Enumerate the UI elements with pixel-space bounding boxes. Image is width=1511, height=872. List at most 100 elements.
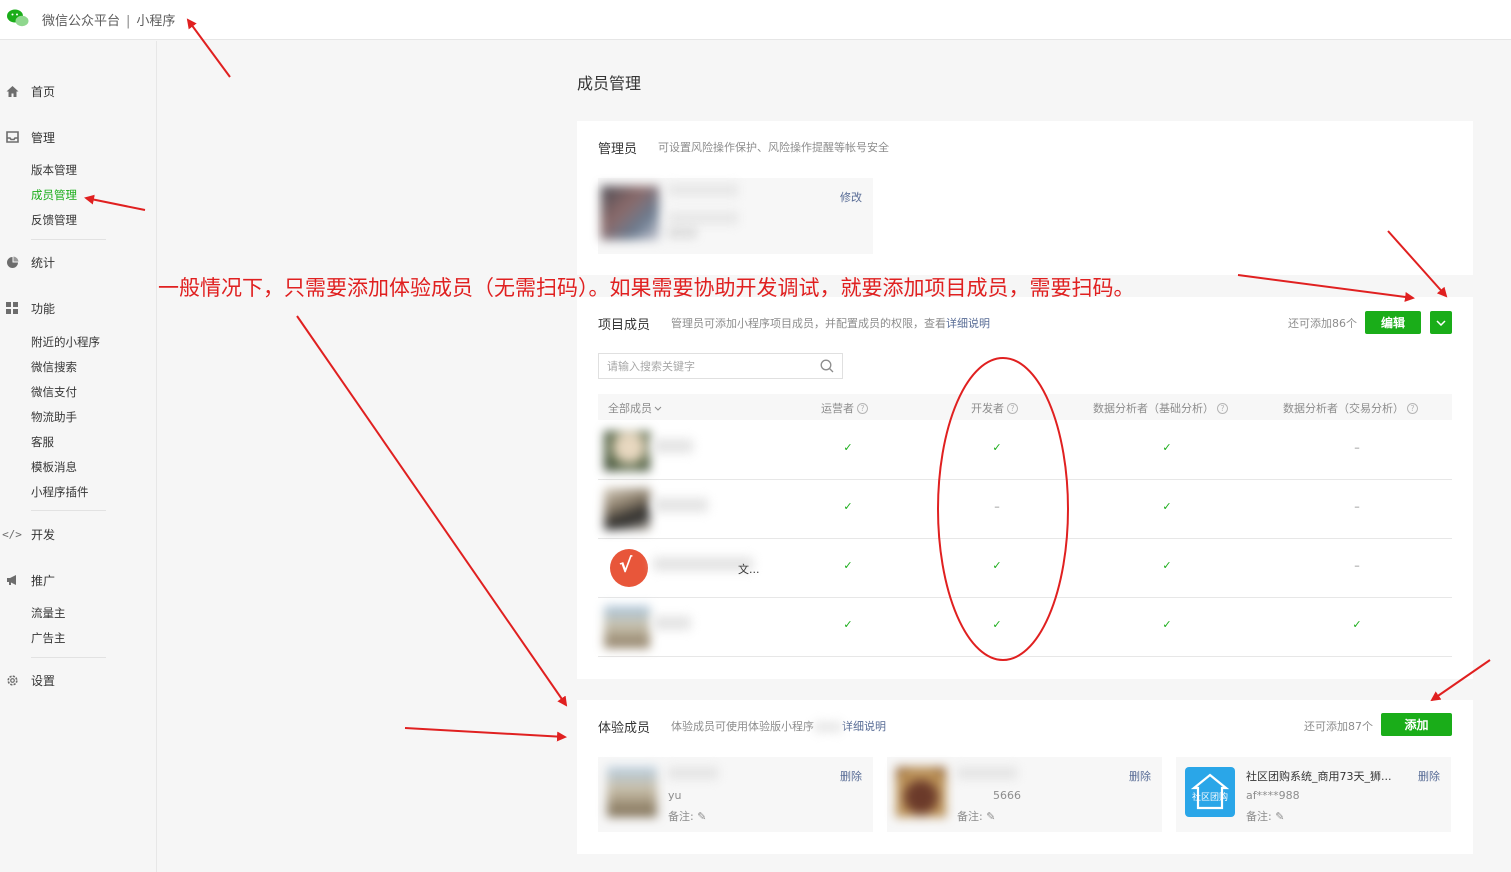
table-row: ✓ ✓ ✓ – [598, 421, 1452, 480]
member-search-input[interactable] [599, 354, 809, 378]
sidebar-item-publisher[interactable]: 流量主 [31, 604, 66, 622]
avatar: √ [610, 549, 648, 587]
delete-tester-link[interactable]: 删除 [840, 768, 862, 784]
home-icon [5, 84, 19, 98]
delete-tester-link[interactable]: 删除 [1129, 768, 1151, 784]
avatar [601, 186, 659, 240]
cell-trade: – [1354, 500, 1360, 513]
admin-title: 管理员 [598, 142, 638, 157]
sidebar-divider [31, 657, 106, 658]
sidebar-divider [31, 510, 106, 511]
column-header-ops-label: 运营者 [821, 402, 854, 415]
tester-desc-text: 体验成员可使用体验版小程序 [671, 720, 814, 733]
sidebar-item-develop[interactable]: </> 开发 [0, 524, 55, 544]
sidebar-label-settings: 设置 [31, 673, 56, 688]
admin-partial-text: 2019 [668, 227, 696, 240]
breadcrumb-separator: | [126, 14, 131, 29]
wechat-logo-icon [7, 9, 29, 27]
tester-detail-link[interactable]: 详细说明 [842, 720, 886, 733]
cell-ops: ✓ [843, 441, 853, 454]
sidebar-item-wechat-pay[interactable]: 微信支付 [31, 383, 77, 401]
question-icon[interactable]: ? [857, 402, 868, 414]
members-table-header: 全部成员 运营者? 开发者? 数据分析者（基础分析）? 数据分析者（交易分析）? [598, 394, 1452, 420]
question-icon[interactable]: ? [1217, 402, 1228, 414]
table-row: ✓ ✓ ✓ ✓ [598, 598, 1452, 657]
member-search-box [598, 353, 843, 379]
cell-trade: – [1354, 559, 1360, 572]
project-detail-link[interactable]: 详细说明 [946, 317, 990, 330]
sidebar-item-settings[interactable]: 设置 [0, 670, 55, 690]
avatar [604, 488, 650, 530]
search-icon[interactable] [820, 359, 834, 373]
sidebar: 首页 管理 版本管理 成员管理 反馈管理 统计 功能 附近的小程序 微信搜索 微… [0, 41, 157, 872]
cell-basic: ✓ [1162, 559, 1172, 572]
sidebar-item-logistics[interactable]: 物流助手 [31, 408, 77, 426]
sidebar-item-stats[interactable]: 统计 [0, 252, 55, 272]
sidebar-item-wechat-search[interactable]: 微信搜索 [31, 358, 77, 376]
note-label: 备注: [668, 810, 694, 823]
redacted-name [668, 767, 718, 779]
add-tester-button[interactable]: 添加 [1381, 713, 1452, 736]
pie-chart-icon [5, 255, 19, 269]
sidebar-item-promote[interactable]: 推广 [0, 570, 55, 590]
filter-all-members[interactable]: 全部成员 [608, 400, 662, 416]
tester-members-title: 体验成员 [598, 721, 651, 736]
sidebar-item-home[interactable]: 首页 [0, 81, 55, 101]
admin-modify-link[interactable]: 修改 [840, 189, 862, 205]
cell-basic: ✓ [1162, 441, 1172, 454]
sidebar-item-members[interactable]: 成员管理 [31, 186, 77, 204]
platform-name[interactable]: 微信公众平台 [42, 14, 120, 29]
project-desc-text: 管理员可添加小程序项目成员，并配置成员的权限，查看 [671, 317, 946, 330]
code-icon: </> [2, 527, 22, 541]
column-header-trade-analyst: 数据分析者（交易分析）? [1283, 400, 1418, 416]
grid-icon [5, 301, 19, 315]
tester-name: 社区团购系统_商用73天_狮... [1246, 770, 1392, 783]
redacted-name [653, 616, 691, 630]
sidebar-label-stats: 统计 [31, 255, 56, 270]
column-header-basic-label: 数据分析者（基础分析） [1093, 402, 1214, 415]
section-name[interactable]: 小程序 [136, 14, 175, 29]
edit-button[interactable]: 编辑 [1365, 311, 1421, 334]
redacted-text [814, 722, 842, 732]
brand-breadcrumb: 微信公众平台 | 小程序 [42, 10, 175, 29]
tester-id: 5666 [993, 789, 1021, 802]
tester-note[interactable]: 备注: ✎ [668, 808, 706, 824]
sidebar-item-template-message[interactable]: 模板消息 [31, 458, 77, 476]
cell-ops: ✓ [843, 618, 853, 631]
cell-basic: ✓ [1162, 618, 1172, 631]
sidebar-item-feedback[interactable]: 反馈管理 [31, 211, 77, 229]
question-icon[interactable]: ? [1007, 402, 1018, 414]
table-row: √ 文... ✓ ✓ ✓ – [598, 539, 1452, 598]
tester-member-card: yu 备注: ✎ 删除 [598, 757, 873, 832]
inbox-icon [5, 130, 19, 144]
question-icon[interactable]: ? [1407, 402, 1418, 414]
tester-note[interactable]: 备注: ✎ [957, 808, 995, 824]
pencil-icon[interactable]: ✎ [986, 810, 995, 823]
chevron-down-icon [654, 406, 662, 411]
sidebar-item-manage[interactable]: 管理 [0, 127, 55, 147]
column-header-dev: 开发者? [971, 400, 1018, 416]
sidebar-item-plugins[interactable]: 小程序插件 [31, 483, 89, 501]
sidebar-item-nearby[interactable]: 附近的小程序 [31, 333, 100, 351]
tester-note[interactable]: 备注: ✎ [1246, 808, 1284, 824]
avatar [604, 606, 650, 648]
tester-member-card: 5666 备注: ✎ 删除 [887, 757, 1162, 832]
column-header-basic-analyst: 数据分析者（基础分析）? [1093, 400, 1228, 416]
table-row: ✓ – ✓ – [598, 480, 1452, 539]
sidebar-item-advertiser[interactable]: 广告主 [31, 629, 66, 647]
dropdown-button[interactable] [1430, 311, 1452, 334]
avatar-glyph: √ [619, 553, 633, 577]
pencil-icon[interactable]: ✎ [697, 810, 706, 823]
sidebar-item-features[interactable]: 功能 [0, 298, 55, 318]
pencil-icon[interactable]: ✎ [1275, 810, 1284, 823]
sidebar-divider [31, 239, 106, 240]
sidebar-item-customer-service[interactable]: 客服 [31, 433, 54, 451]
redacted-name [653, 498, 708, 512]
sidebar-item-version[interactable]: 版本管理 [31, 161, 77, 179]
note-label: 备注: [957, 810, 983, 823]
column-header-dev-label: 开发者 [971, 402, 1004, 415]
delete-tester-link[interactable]: 删除 [1418, 768, 1440, 784]
avatar [604, 431, 650, 471]
column-header-trade-label: 数据分析者（交易分析） [1283, 402, 1404, 415]
annotation-arrow [404, 727, 567, 742]
